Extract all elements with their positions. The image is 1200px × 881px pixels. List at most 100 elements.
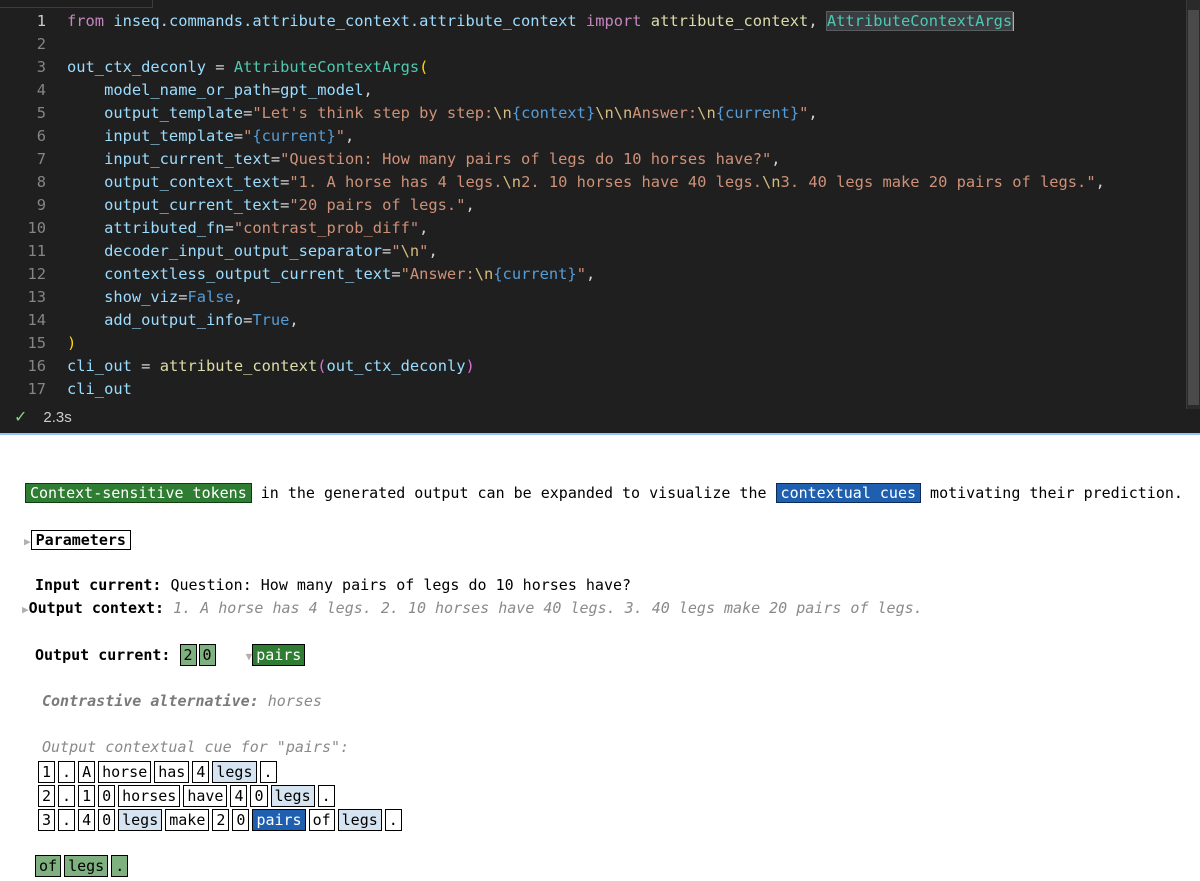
cue-token: 4 (230, 785, 248, 807)
line-number: 5 (36, 104, 46, 122)
code-token: decoder_input_output_separator (67, 242, 383, 260)
code-line[interactable]: 6 input_template="{current}", (0, 125, 1200, 148)
code-token: 3. 40 legs make 20 pairs of legs." (780, 173, 1096, 191)
output-token[interactable]: 2 (179, 644, 197, 666)
code-token: ( (317, 357, 327, 375)
code-text[interactable]: decoder_input_output_separator="\n", (67, 240, 438, 263)
code-token: Answer: (632, 104, 698, 122)
expand-triangle-icon[interactable]: ▶ (22, 603, 29, 616)
cue-token: 0 (250, 785, 268, 807)
code-token: , (345, 127, 355, 145)
input-current-label: Input current: (35, 576, 162, 594)
code-line[interactable]: 10 attributed_fn="contrast_prob_diff", (0, 217, 1200, 240)
code-token: , (233, 288, 244, 306)
code-token: = (243, 104, 253, 122)
cue-token: 1 (38, 761, 56, 783)
output-token[interactable]: legs (64, 855, 109, 877)
code-line[interactable]: 12 contextless_output_current_text="Answ… (0, 263, 1200, 286)
code-text[interactable]: cli_out (67, 378, 132, 401)
code-line[interactable]: 14 add_output_info=True, (0, 309, 1200, 332)
code-token: " (576, 265, 586, 283)
intro-text-end: motivating their prediction. (921, 484, 1183, 502)
code-token: \n (400, 242, 420, 260)
cue-token: 3 (38, 809, 56, 831)
execution-time: 2.3s (43, 409, 72, 426)
code-line[interactable]: 9 output_current_text="20 pairs of legs.… (0, 194, 1200, 217)
code-text[interactable]: ) (67, 332, 76, 355)
parameters-button[interactable]: Parameters (30, 530, 131, 550)
code-line[interactable]: 16 cli_out = attribute_context(out_ctx_de… (0, 355, 1200, 378)
line-number: 11 (27, 242, 46, 260)
collapse-triangle-icon[interactable]: ▼ (246, 650, 253, 663)
contrastive-value: horses (258, 692, 322, 710)
code-text[interactable]: out_ctx_deconly = AttributeContextArgs( (67, 56, 428, 79)
code-token: = (215, 58, 234, 76)
output-current-tokens: 20 (179, 644, 218, 666)
code-text[interactable]: input_template="{current}", (67, 125, 354, 148)
code-token: contextless_output_current_text (67, 265, 392, 283)
output-token[interactable]: of (35, 855, 62, 877)
code-token: out_ctx_deconly (67, 58, 216, 76)
code-line[interactable]: 15) (0, 332, 1200, 355)
code-line[interactable]: 5 output_template="Let's think step by s… (0, 102, 1200, 125)
output-token[interactable]: 0 (198, 644, 216, 666)
output-token[interactable]: . (111, 855, 129, 877)
output-context-line[interactable]: ▶Output context: 1. A horse has 4 legs. … (22, 597, 923, 621)
contrastive-label: Contrastive alternative: (42, 692, 259, 710)
code-token: = (280, 173, 290, 191)
code-line[interactable]: 2 (0, 33, 1200, 56)
code-token: , (363, 81, 373, 99)
code-token: , (1095, 173, 1105, 191)
code-text[interactable]: contextless_output_current_text="Answer:… (67, 263, 595, 286)
code-text[interactable]: cli_out = attribute_context(out_ctx_deco… (67, 355, 475, 378)
code-line[interactable]: 13 show_viz=False, (0, 286, 1200, 309)
editor-scrollbar[interactable] (1186, 0, 1200, 409)
contextual-cue-label: Output contextual cue for "pairs": (42, 736, 349, 758)
output-context-label: Output context: (28, 599, 165, 617)
code-token: \n (493, 104, 512, 122)
check-icon: ✓ (14, 409, 28, 426)
code-token: "Answer: (400, 265, 475, 283)
code-cell[interactable]: 1 from inseq.commands.attribute_context.a… (0, 0, 1200, 433)
code-text[interactable]: model_name_or_path=gpt_model, (67, 79, 373, 102)
code-token: output_template (67, 104, 244, 122)
cell-toolbar (0, 0, 153, 8)
cue-token: 2 (212, 809, 230, 831)
code-line[interactable]: 7 input_current_text="Question: How many… (0, 148, 1200, 171)
code-token: output_current_text (67, 196, 281, 214)
cue-token: have (183, 785, 228, 807)
code-token: , (289, 311, 299, 329)
code-token: \n (762, 173, 781, 191)
code-text[interactable]: output_current_text="20 pairs of legs.", (67, 194, 475, 217)
code-text[interactable]: add_output_info=True, (67, 309, 299, 332)
expand-triangle-icon[interactable]: ▶ (24, 535, 31, 548)
expanded-token-pairs[interactable]: pairs (252, 644, 306, 666)
code-text[interactable]: input_current_text="Question: How many p… (67, 148, 780, 171)
code-line[interactable]: 8 output_context_text="1. A horse has 4 … (0, 171, 1200, 194)
code-line[interactable]: 4 model_name_or_path=gpt_model, (0, 79, 1200, 102)
code-text[interactable]: output_context_text="1. A horse has 4 le… (67, 171, 1105, 194)
code-line[interactable]: 3 out_ctx_deconly = AttributeContextArgs( (0, 56, 1200, 79)
code-line[interactable]: 17 cli_out (0, 378, 1200, 401)
code-text[interactable]: attributed_fn="contrast_prob_diff", (67, 217, 428, 240)
code-token: , (428, 242, 438, 260)
code-token: from (67, 12, 114, 30)
code-token: \n (474, 265, 494, 283)
line-number: 4 (36, 81, 46, 99)
code-token: input_template (67, 127, 234, 145)
code-line[interactable]: 11 decoder_input_output_separator="\n", (0, 240, 1200, 263)
code-token: input_current_text (67, 150, 271, 168)
parameters-toggle[interactable]: ▶ Parameters (24, 529, 131, 553)
code-token: 2. 10 horses have 40 legs. (521, 173, 762, 191)
code-text[interactable]: show_viz=False, (67, 286, 243, 309)
code-token: , (465, 196, 475, 214)
code-token: , (808, 104, 818, 122)
line-number: 7 (36, 150, 46, 168)
code-line[interactable]: 1 from inseq.commands.attribute_context.a… (0, 10, 1200, 33)
cue-token: legs (337, 809, 382, 831)
code-text[interactable]: from inseq.commands.attribute_context.at… (67, 10, 1015, 33)
code-text[interactable]: output_template="Let's think step by ste… (67, 102, 818, 125)
scrollbar-thumb[interactable] (1188, 10, 1199, 405)
code-token: = (270, 150, 281, 168)
line-number: 15 (27, 334, 46, 352)
